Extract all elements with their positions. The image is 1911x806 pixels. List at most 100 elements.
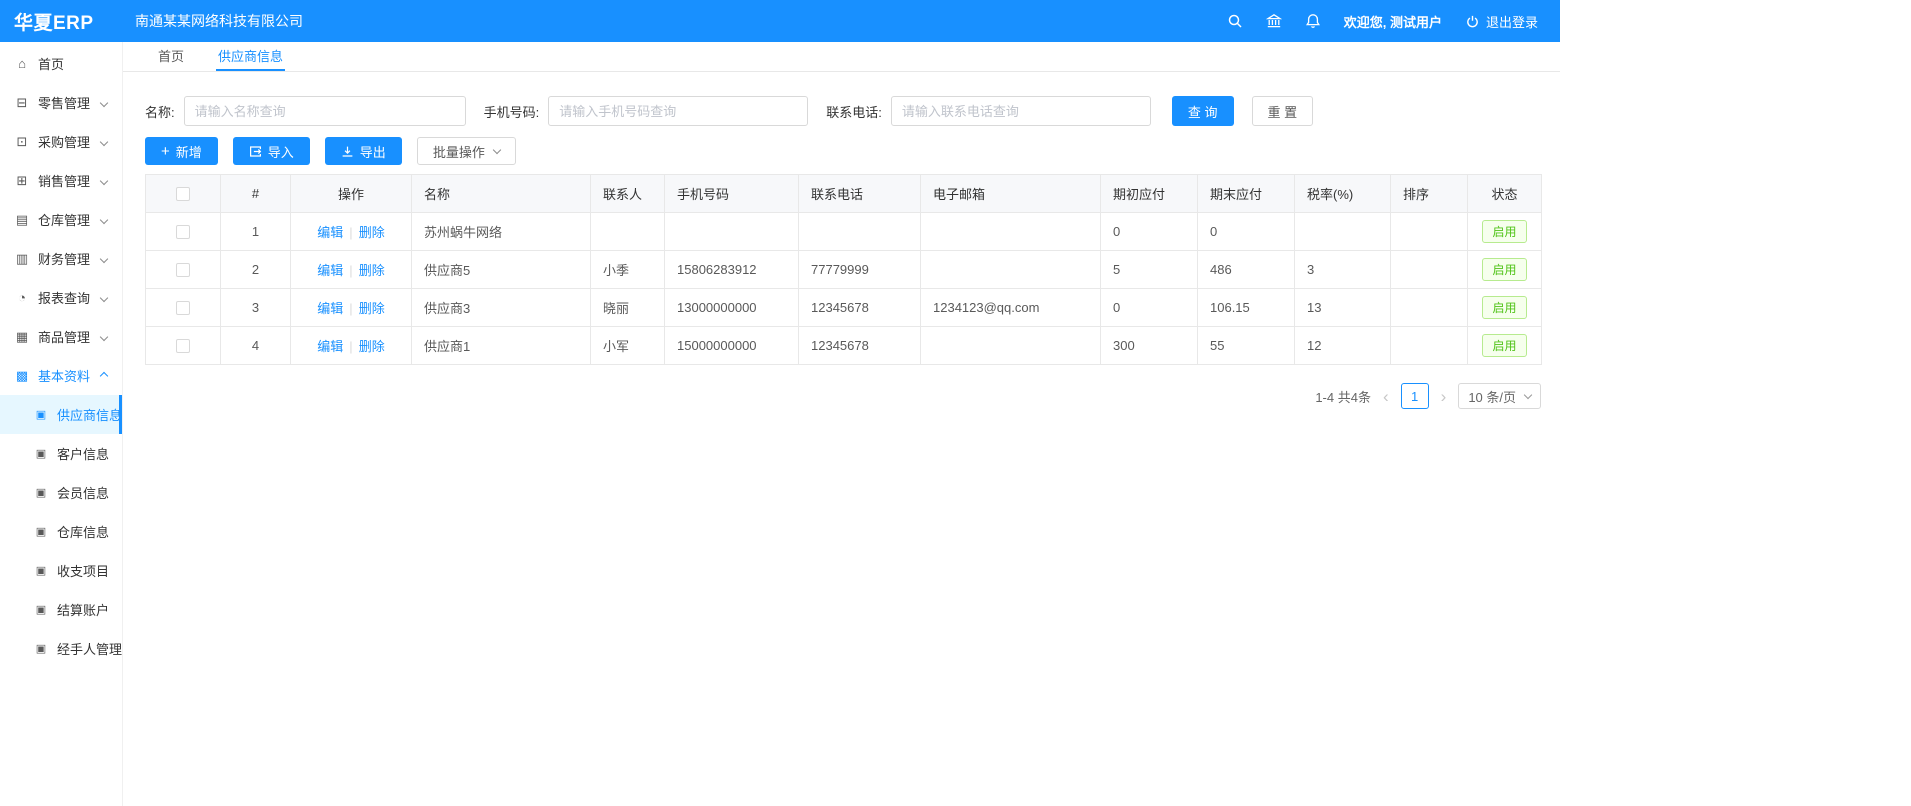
logout-label: 退出登录 <box>1486 12 1538 31</box>
email-cell <box>921 251 1101 289</box>
bank-icon[interactable] <box>1266 13 1283 30</box>
tel-cell: 77779999 <box>799 251 921 289</box>
sidebar-item-report[interactable]: ◔报表查询 <box>0 278 122 317</box>
edit-link[interactable]: 编辑 <box>317 339 343 354</box>
row-checkbox[interactable] <box>176 339 190 353</box>
sidebar-item-goods[interactable]: ▦商品管理 <box>0 317 122 356</box>
tab-supplier[interactable]: 供应商信息 <box>216 42 285 71</box>
sidebar-item-label: 收支项目 <box>57 561 109 580</box>
sidebar-item-income-expense[interactable]: ▣ 收支项目 <box>0 551 122 590</box>
search-icon[interactable] <box>1227 13 1244 30</box>
doc-icon: ▣ <box>33 642 49 655</box>
content-card: 名称: 手机号码: 联系电话: 查 询 重 置 + <box>123 72 1560 433</box>
column-header: 税率(%) <box>1295 175 1391 213</box>
name-filter-input[interactable] <box>184 96 466 126</box>
column-header: 电子邮箱 <box>921 175 1101 213</box>
delete-link[interactable]: 删除 <box>359 225 385 240</box>
next-page-button[interactable]: › <box>1439 388 1449 405</box>
logout-button[interactable]: 退出登录 <box>1464 12 1538 31</box>
edit-link[interactable]: 编辑 <box>317 301 343 316</box>
status-badge: 启用 <box>1482 296 1526 319</box>
sidebar-item-label: 报表查询 <box>38 288 90 307</box>
sort-cell <box>1391 213 1468 251</box>
delete-link[interactable]: 删除 <box>359 301 385 316</box>
sidebar-item-member-info[interactable]: ▣会员信息 <box>0 473 122 512</box>
batch-operations-button[interactable]: 批量操作 <box>417 137 516 165</box>
sidebar-item-supplier-info[interactable]: ▣供应商信息 <box>0 395 122 434</box>
chevron-down-icon <box>100 255 108 263</box>
pagination-total: 1-4 共4条 <box>1315 387 1371 406</box>
row-checkbox[interactable] <box>176 301 190 315</box>
add-button[interactable]: + 新增 <box>145 137 218 165</box>
email-cell <box>921 327 1101 365</box>
sidebar-item-label: 财务管理 <box>38 249 90 268</box>
prev-page-button[interactable]: ‹ <box>1381 388 1391 405</box>
row-checkbox[interactable] <box>176 225 190 239</box>
purchase-icon: ⊡ <box>14 134 30 150</box>
page-number-button[interactable]: 1 <box>1401 383 1429 409</box>
bell-icon[interactable] <box>1305 13 1322 30</box>
sidebar-item-customer-info[interactable]: ▣ 客户信息 <box>0 434 122 473</box>
phone-filter-input[interactable] <box>548 96 808 126</box>
name-cell: 供应商1 <box>412 327 591 365</box>
import-icon <box>249 145 262 158</box>
sidebar-item-handler-management[interactable]: ▣经手人管理 <box>0 629 122 668</box>
doc-icon: ▣ <box>33 603 49 616</box>
delete-link[interactable]: 删除 <box>359 263 385 278</box>
sidebar-item-label: 结算账户 <box>57 600 109 619</box>
doc-icon: ▣ <box>33 447 49 460</box>
column-header: 期初应付 <box>1101 175 1198 213</box>
table-header-row: #操作名称联系人手机号码联系电话电子邮箱期初应付期末应付税率(%)排序状态 <box>146 175 1542 213</box>
table-row: 2编辑|删除供应商5小季158062839127777999954863启用 <box>146 251 1542 289</box>
actions-cell: 编辑|删除 <box>291 213 412 251</box>
sidebar-item-purchase[interactable]: ⊡采购管理 <box>0 122 122 161</box>
reset-button[interactable]: 重 置 <box>1252 96 1314 126</box>
header-actions: 欢迎您, 测试用户 退出登录 <box>1227 12 1560 31</box>
status-badge: 启用 <box>1482 220 1526 243</box>
sidebar-item-finance[interactable]: ▥财务管理 <box>0 239 122 278</box>
tel-filter-label: 联系电话: <box>826 102 882 121</box>
tax-rate-cell: 13 <box>1295 289 1391 327</box>
link-divider: | <box>349 301 352 316</box>
sidebar-item-basic[interactable]: ▩基本资料 <box>0 356 122 395</box>
delete-link[interactable]: 删除 <box>359 339 385 354</box>
doc-icon: ▣ <box>33 564 49 577</box>
name-cell: 苏州蜗牛网络 <box>412 213 591 251</box>
sidebar-item-label: 商品管理 <box>38 327 90 346</box>
app-window: 华夏ERP 南通某某网络科技有限公司 欢迎您, 测试用户 退出登录 ⌂首页 <box>0 0 1560 806</box>
sidebar-item-settlement-account[interactable]: ▣ 结算账户 <box>0 590 122 629</box>
sidebar-item-label: 供应商信息 <box>57 405 122 424</box>
tel-filter-input[interactable] <box>891 96 1151 126</box>
sidebar-item-home[interactable]: ⌂首页 <box>0 44 122 83</box>
sales-icon: ⊞ <box>14 173 30 189</box>
sidebar-item-warehouse-info[interactable]: ▣仓库信息 <box>0 512 122 551</box>
import-button[interactable]: 导入 <box>233 137 310 165</box>
column-header: # <box>221 175 291 213</box>
sidebar-item-label: 客户信息 <box>57 444 109 463</box>
opening-payable-cell: 0 <box>1101 213 1198 251</box>
export-icon <box>341 145 354 158</box>
table-row: 3编辑|删除供应商3晓丽13000000000123456781234123@q… <box>146 289 1542 327</box>
checkbox-cell <box>146 213 221 251</box>
column-header: 联系人 <box>591 175 665 213</box>
edit-link[interactable]: 编辑 <box>317 225 343 240</box>
tel-cell: 12345678 <box>799 327 921 365</box>
sidebar-item-retail[interactable]: ⊟零售管理 <box>0 83 122 122</box>
sidebar-item-sales[interactable]: ⊞销售管理 <box>0 161 122 200</box>
power-icon <box>1464 13 1481 30</box>
tab-home[interactable]: 首页 <box>156 42 186 71</box>
sidebar-item-warehouse[interactable]: ▤仓库管理 <box>0 200 122 239</box>
page-size-select[interactable]: 10 条/页 <box>1458 383 1541 409</box>
search-button[interactable]: 查 询 <box>1172 96 1234 126</box>
export-button[interactable]: 导出 <box>325 137 402 165</box>
edit-link[interactable]: 编辑 <box>317 263 343 278</box>
index-cell: 2 <box>221 251 291 289</box>
row-checkbox[interactable] <box>176 263 190 277</box>
name-filter-label: 名称: <box>145 102 175 121</box>
chevron-down-icon <box>1524 390 1532 398</box>
header-checkbox[interactable] <box>176 187 190 201</box>
index-cell: 1 <box>221 213 291 251</box>
sort-cell <box>1391 327 1468 365</box>
chevron-up-icon <box>100 372 108 380</box>
phone-cell <box>665 213 799 251</box>
